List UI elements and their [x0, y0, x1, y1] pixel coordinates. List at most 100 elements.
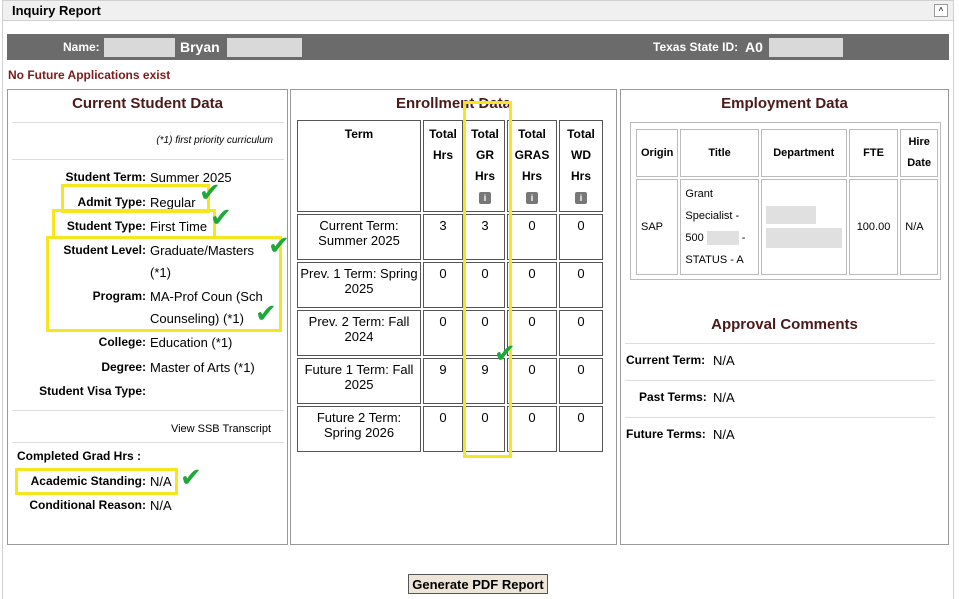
check-mark-icon: ✔: [210, 202, 232, 232]
table-row: Current Term: Summer 2025 3 3 0 0: [297, 214, 603, 260]
current-term-comment-value: N/A: [713, 353, 735, 368]
total-gras-hrs-cell: 0: [507, 214, 557, 260]
priority-note: (*1) first priority curriculum: [156, 135, 273, 146]
hire-date-cell: N/A: [900, 179, 938, 275]
level-program-highlight: [46, 236, 282, 332]
redacted-name: [104, 38, 175, 57]
employment-data-panel: Employment Data Origin Title Department …: [620, 89, 949, 545]
term-cell: Current Term: Summer 2025: [297, 214, 421, 260]
total-wd-hrs-cell: 0: [559, 262, 603, 308]
divider: [12, 410, 284, 411]
divider: [625, 417, 935, 418]
divider: [12, 159, 284, 160]
term-cell: Prev. 1 Term: Spring 2025: [297, 262, 421, 308]
table-row: Future 2 Term: Spring 2026 0 0 0 0: [297, 406, 603, 452]
total-hrs-cell: 0: [423, 310, 463, 356]
total-wd-hrs-header-text: Total WD Hrs: [567, 127, 595, 183]
total-hrs-column-header: Total Hrs: [423, 120, 463, 212]
college-value: Education (*1): [150, 335, 233, 350]
window-title: Inquiry Report: [12, 3, 101, 18]
degree-value: Master of Arts (*1): [150, 360, 255, 375]
total-hrs-cell: 3: [423, 214, 463, 260]
future-terms-comment-value: N/A: [713, 427, 735, 442]
generate-pdf-report-button[interactable]: Generate PDF Report: [408, 574, 548, 594]
enrollment-panel-title: Enrollment Data: [395, 95, 512, 112]
divider: [12, 442, 284, 443]
total-hrs-cell: 0: [423, 406, 463, 452]
check-mark-icon: ✔: [255, 298, 277, 328]
table-row: Prev. 1 Term: Spring 2025 0 0 0 0: [297, 262, 603, 308]
table-header-row: Term Total Hrs Total GR Hrs i Total GRAS …: [297, 120, 603, 212]
department-cell: [760, 179, 847, 275]
check-mark-icon: ✔: [494, 338, 516, 368]
total-hrs-cell: 9: [423, 358, 463, 404]
origin-cell: SAP: [636, 179, 679, 275]
total-gras-hrs-column-header: Total GRAS Hrs i: [507, 120, 557, 212]
conditional-reason-value: N/A: [150, 498, 172, 513]
total-wd-hrs-column-header: Total WD Hrs i: [559, 120, 603, 212]
title-line: Grant: [685, 188, 713, 200]
title-line: Specialist -: [685, 210, 740, 222]
total-gras-hrs-header-text: Total GRAS Hrs: [514, 127, 550, 183]
academic-standing-highlight: [15, 468, 178, 495]
term-cell: Prev. 2 Term: Fall 2024: [297, 310, 421, 356]
divider: [625, 343, 935, 344]
total-wd-hrs-cell: 0: [559, 358, 603, 404]
table-header-row: Origin Title Department FTE Hire Date: [636, 129, 938, 177]
student-header: Name: Bryan Texas State ID: A0: [7, 34, 949, 60]
state-id-prefix: A0: [745, 39, 763, 55]
redacted-department: [765, 228, 842, 248]
total-wd-hrs-cell: 0: [559, 214, 603, 260]
total-gras-hrs-cell: 0: [507, 406, 557, 452]
term-cell: Future 1 Term: Fall 2025: [297, 358, 421, 404]
fte-column-header: FTE: [848, 129, 899, 177]
student-type-highlight: [52, 209, 216, 239]
name-label: Name:: [63, 40, 100, 54]
table-row: SAP Grant Specialist - 500 - STATUS - A 1…: [636, 179, 938, 275]
redacted-position-number: [706, 231, 739, 246]
conditional-reason-label: Conditional Reason:: [29, 498, 146, 512]
enrollment-table: Term Total Hrs Total GR Hrs i Total GRAS …: [295, 118, 605, 454]
collapse-icon[interactable]: ^: [934, 4, 948, 17]
approval-comments-title: Approval Comments: [711, 316, 858, 333]
past-terms-comment-label: Past Terms:: [639, 390, 707, 404]
redacted-surname: [227, 38, 302, 57]
title-cell: Grant Specialist - 500 - STATUS - A: [680, 179, 759, 275]
gr-hrs-column-highlight: [463, 101, 512, 458]
visa-type-label: Student Visa Type:: [39, 384, 146, 398]
divider: [12, 122, 284, 123]
table-row: Future 1 Term: Fall 2025 9 9 0 0: [297, 358, 603, 404]
future-terms-comment-label: Future Terms:: [626, 427, 706, 441]
employment-table-box: Origin Title Department FTE Hire Date SA…: [630, 122, 941, 280]
check-mark-icon: ✔: [268, 230, 290, 260]
info-icon[interactable]: i: [575, 192, 587, 204]
degree-label: Degree:: [101, 360, 146, 374]
table-row: Prev. 2 Term: Fall 2024 0 0 0 0: [297, 310, 603, 356]
current-term-comment-label: Current Term:: [626, 353, 706, 367]
completed-grad-hrs-label: Completed Grad Hrs :: [17, 449, 142, 463]
term-column-header: Term: [297, 120, 421, 212]
college-label: College:: [98, 335, 146, 349]
view-ssb-transcript-link[interactable]: View SSB Transcript: [171, 423, 271, 435]
check-mark-icon: ✔: [180, 462, 202, 492]
enrollment-data-panel: Enrollment Data Term Total Hrs Total GR …: [290, 89, 617, 545]
term-cell: Future 2 Term: Spring 2026: [297, 406, 421, 452]
first-name: Bryan: [180, 39, 220, 55]
divider: [625, 380, 935, 381]
total-gras-hrs-cell: 0: [507, 262, 557, 308]
total-wd-hrs-cell: 0: [559, 310, 603, 356]
origin-column-header: Origin: [636, 129, 679, 177]
title-column-header: Title: [680, 129, 759, 177]
department-column-header: Department: [760, 129, 847, 177]
window-title-bar: Inquiry Report ^: [2, 0, 954, 21]
redacted-department: [765, 206, 816, 224]
title-line: STATUS - A: [685, 254, 744, 266]
title-line: -: [741, 232, 746, 244]
past-terms-comment-value: N/A: [713, 390, 735, 405]
employment-panel-title: Employment Data: [721, 95, 848, 112]
student-panel-title: Current Student Data: [72, 95, 223, 112]
info-icon[interactable]: i: [526, 192, 538, 204]
total-hrs-cell: 0: [423, 262, 463, 308]
state-id-label: Texas State ID:: [653, 40, 739, 54]
title-line: 500: [685, 232, 704, 244]
